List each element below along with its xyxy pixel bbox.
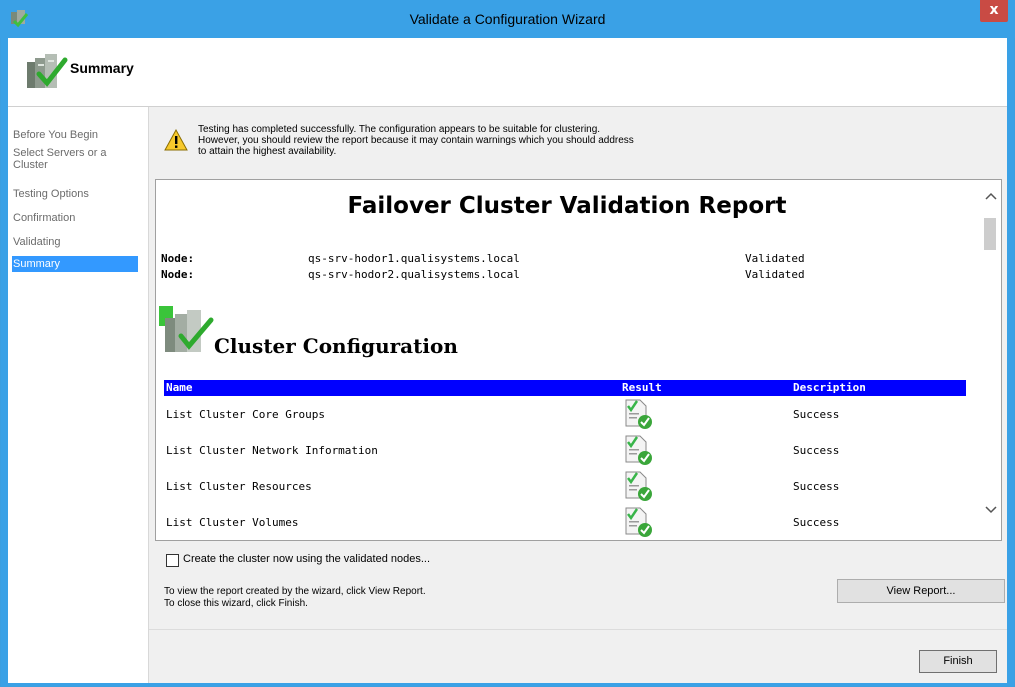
cluster-check-icon (27, 54, 68, 88)
report-title: Failover Cluster Validation Report (347, 193, 787, 219)
warning-line-3: to attain the highest availability. (198, 146, 337, 157)
row-name: List Cluster Resources (166, 480, 312, 493)
row-name: List Cluster Core Groups (166, 408, 325, 421)
wizard-client-area: Summary Before You Begin Select Servers … (8, 38, 1007, 683)
node-status: Validated (745, 268, 805, 281)
chevron-down-icon[interactable] (985, 506, 997, 514)
window-title: Validate a Configuration Wizard (409, 11, 606, 27)
close-button[interactable]: x (980, 0, 1008, 22)
footer-divider (149, 629, 1007, 630)
scrollbar-thumb[interactable] (984, 218, 996, 250)
finish-button[interactable]: Finish (919, 650, 997, 673)
page-title: Summary (70, 60, 134, 76)
nav-item-select-servers[interactable]: Select Servers or a Cluster (12, 147, 123, 171)
warning-line-2: However, you should review the report be… (198, 135, 634, 146)
warning-message: Testing has completed successfully. The … (198, 124, 778, 157)
table-header: Name Result Description (164, 380, 966, 396)
nav-item-confirmation[interactable]: Confirmation (12, 212, 138, 224)
success-report-icon (625, 435, 652, 465)
success-report-icon (625, 471, 652, 501)
row-description: Success (793, 444, 840, 457)
info-text: To view the report created by the wizard… (164, 586, 426, 610)
node-label: Node: (161, 268, 195, 281)
success-report-icon (625, 399, 652, 429)
column-header-description: Description (793, 381, 866, 394)
warning-line-1: Testing has completed successfully. The … (198, 124, 601, 135)
warning-icon (164, 129, 188, 151)
row-name: List Cluster Network Information (166, 444, 378, 457)
row-description: Success (793, 480, 840, 493)
nav-item-before-you-begin[interactable]: Before You Begin (12, 129, 138, 141)
column-header-result: Result (622, 381, 662, 394)
section-title: Cluster Configuration (214, 334, 458, 358)
wizard-main-panel: Testing has completed successfully. The … (149, 107, 1007, 683)
chevron-up-icon[interactable] (985, 192, 997, 200)
row-description: Success (793, 408, 840, 421)
report-scrollbar[interactable] (979, 180, 1001, 540)
node-label: Node: (161, 252, 195, 265)
column-header-name: Name (166, 381, 193, 394)
node-name: qs-srv-hodor2.qualisystems.local (308, 268, 520, 281)
validation-report-viewer[interactable]: Failover Cluster Validation Report Node:… (155, 179, 1002, 541)
close-icon: x (989, 2, 999, 18)
wizard-steps-nav: Before You Begin Select Servers or a Clu… (8, 107, 149, 683)
wizard-header: Summary (8, 38, 1007, 107)
title-bar[interactable]: Validate a Configuration Wizard x (0, 0, 1015, 38)
view-report-button[interactable]: View Report... (837, 579, 1005, 603)
nav-item-testing-options[interactable]: Testing Options (12, 188, 138, 200)
row-description: Success (793, 516, 840, 529)
row-name: List Cluster Volumes (166, 516, 299, 529)
cluster-configuration-icon (159, 306, 214, 352)
create-cluster-label[interactable]: Create the cluster now using the validat… (183, 553, 430, 565)
info-line-2: To close this wizard, click Finish. (164, 598, 308, 609)
node-name: qs-srv-hodor1.qualisystems.local (308, 252, 520, 265)
info-line-1: To view the report created by the wizard… (164, 586, 426, 597)
create-cluster-checkbox[interactable] (166, 554, 179, 567)
nav-item-validating[interactable]: Validating (12, 236, 138, 248)
node-status: Validated (745, 252, 805, 265)
nav-item-summary[interactable]: Summary (12, 256, 138, 272)
success-report-icon (625, 507, 652, 537)
